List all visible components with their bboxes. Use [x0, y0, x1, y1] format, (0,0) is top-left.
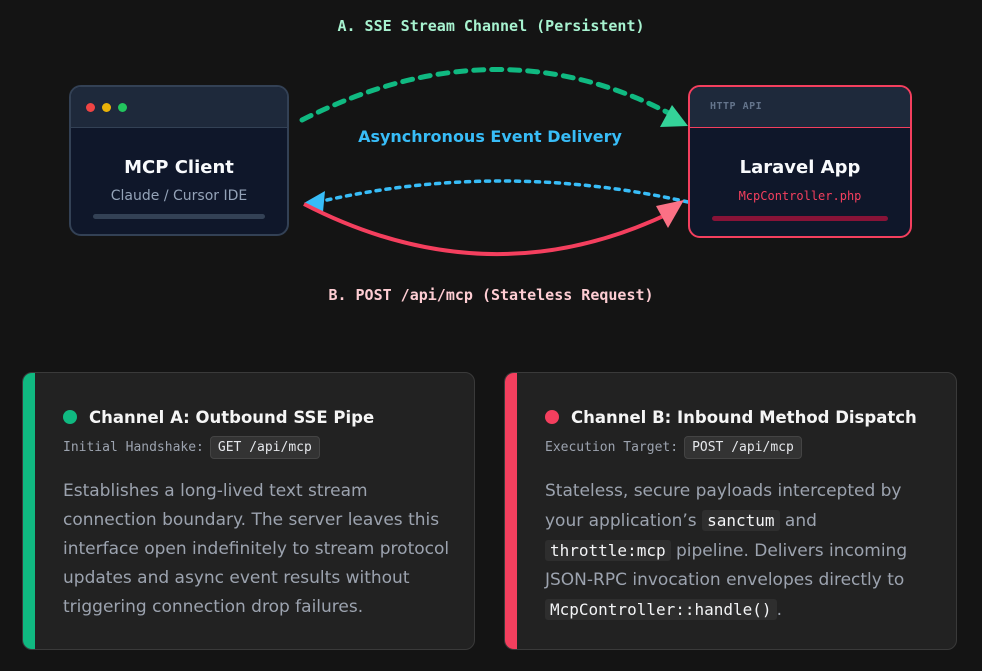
sse-arrowhead: [660, 105, 688, 127]
minimize-dot-icon: [102, 103, 111, 112]
channel-b-card: Channel B: Inbound Method Dispatch Execu…: [504, 372, 957, 650]
code-snippet: sanctum: [702, 510, 780, 531]
sse-stream-arrow: [299, 67, 681, 123]
mcp-client-node: MCP Client Claude / Cursor IDE: [69, 85, 289, 236]
card-accent-stripe: [23, 373, 35, 649]
sse-channel-label: A. SSE Stream Channel (Persistent): [337, 17, 645, 35]
server-header-bar: HTTP API: [690, 87, 910, 128]
server-decor-bar: [712, 216, 888, 221]
channel-a-card: Channel A: Outbound SSE Pipe Initial Han…: [22, 372, 475, 650]
post-channel-label: B. POST /api/mcp (Stateless Request): [328, 286, 654, 304]
status-dot-icon: [545, 410, 559, 424]
client-subtitle: Claude / Cursor IDE: [110, 188, 248, 204]
code-snippet: throttle:mcp: [545, 540, 671, 561]
async-delivery-label: Asynchronous Event Delivery: [358, 127, 622, 146]
laravel-app-node: HTTP API Laravel App McpController.php: [688, 85, 912, 238]
card-accent-stripe: [505, 373, 517, 649]
card-meta: Execution Target: POST /api/mcp: [545, 436, 802, 459]
post-arrowhead: [656, 200, 684, 228]
card-title: Channel B: Inbound Method Dispatch: [571, 408, 917, 427]
client-title: MCP Client: [124, 157, 234, 178]
desc-text: and: [784, 511, 817, 531]
desc-text: .: [776, 600, 782, 620]
client-decor-bar: [93, 214, 265, 219]
maximize-dot-icon: [118, 103, 127, 112]
post-request-arrow: [303, 202, 673, 256]
meta-label: Initial Handshake:: [63, 440, 204, 455]
status-dot-icon: [63, 410, 77, 424]
server-header-label: HTTP API: [710, 101, 763, 112]
server-title: Laravel App: [739, 157, 861, 178]
meta-label: Execution Target:: [545, 440, 679, 455]
async-event-arrow: [316, 179, 690, 204]
card-description: Stateless, secure payloads intercepted b…: [545, 477, 940, 625]
card-meta: Initial Handshake: GET /api/mcp: [63, 436, 320, 459]
server-subtitle: McpController.php: [738, 189, 862, 203]
card-title: Channel A: Outbound SSE Pipe: [89, 408, 375, 427]
close-dot-icon: [86, 103, 95, 112]
window-title-bar: [71, 87, 287, 128]
meta-endpoint-chip: POST /api/mcp: [684, 436, 802, 459]
code-snippet: McpController::handle(): [545, 599, 777, 620]
meta-endpoint-chip: GET /api/mcp: [209, 436, 320, 459]
card-description: Establishes a long-lived text stream con…: [63, 481, 450, 617]
